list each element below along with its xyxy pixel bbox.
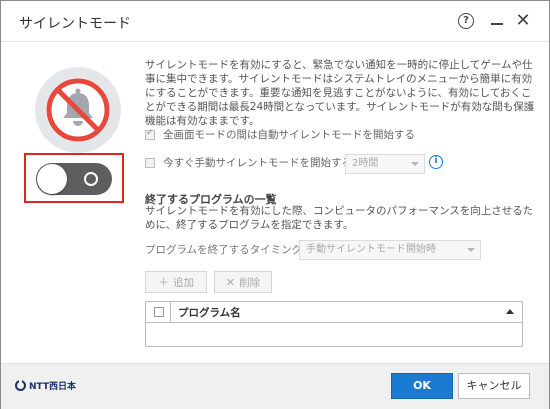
power-logo-icon: [15, 380, 26, 391]
toggle-knob: [37, 164, 67, 194]
bell-muted-graphic: [46, 78, 110, 142]
fullscreen-label: 全画面モードの間は自動サイレントモードを開始する: [163, 129, 415, 141]
description-text: サイレントモードを有効にすると、緊急でない通知を一時的に停止してゲームや仕事に集…: [145, 59, 535, 127]
title-separator: [1, 41, 549, 42]
timing-value: 手動サイレントモード開始時: [306, 244, 436, 255]
timing-select[interactable]: 手動サイレントモード開始時: [299, 240, 481, 260]
ok-button[interactable]: OK: [391, 373, 453, 399]
duration-select[interactable]: 2時間: [345, 154, 425, 174]
dialog-footer: NTT西日本 OK キャンセル: [1, 363, 549, 409]
program-table: プログラム名: [145, 301, 523, 347]
delete-program-button[interactable]: ✕ 削除: [214, 271, 272, 293]
minimize-button[interactable]: [487, 11, 507, 31]
logo-text: NTT西日本: [29, 382, 77, 392]
add-label: 追加: [173, 276, 194, 289]
minimize-icon: [491, 23, 503, 25]
fullscreen-option[interactable]: 全画面モードの間は自動サイレントモードを開始する: [145, 127, 415, 142]
manual-checkbox[interactable]: [145, 157, 155, 168]
timing-label: プログラムを終了するタイミング:: [145, 244, 306, 256]
toggle-highlight-frame: [24, 153, 124, 203]
delete-label: 削除: [239, 276, 261, 289]
add-program-button[interactable]: ＋ 追加: [145, 271, 207, 293]
bell-muted-icon: [35, 67, 121, 153]
toggle-off-indicator: [84, 172, 98, 186]
close-button[interactable]: ✕: [513, 11, 533, 31]
table-header: プログラム名: [146, 302, 522, 323]
help-icon: ?: [458, 13, 474, 29]
dialog-title: サイレントモード: [19, 16, 131, 32]
plus-icon: ＋: [158, 276, 169, 289]
info-icon[interactable]: i: [429, 155, 443, 169]
help-button[interactable]: ?: [456, 11, 476, 31]
ntt-logo: NTT西日本: [15, 379, 76, 392]
column-header-program-name[interactable]: プログラム名: [178, 305, 241, 320]
fullscreen-checkbox[interactable]: [145, 128, 155, 140]
x-icon: ✕: [225, 275, 236, 289]
sort-up-icon[interactable]: [506, 309, 514, 314]
silent-mode-toggle[interactable]: [36, 163, 112, 195]
silent-mode-dialog: サイレントモード ? ✕ サイレントモードを有効にすると、緊急でない通知を一時的…: [0, 0, 550, 409]
title-bar: サイレントモード ? ✕: [1, 1, 549, 41]
duration-value: 2時間: [352, 158, 379, 169]
manual-label: 今すぐ手動サイレントモードを開始する:: [163, 157, 356, 169]
chevron-down-icon: [467, 248, 475, 252]
column-divider: [170, 302, 171, 322]
chevron-down-icon: [411, 162, 419, 166]
manual-option[interactable]: 今すぐ手動サイレントモードを開始する:: [145, 155, 356, 170]
programs-section-desc: サイレントモードを有効にした際、コンピュータのパフォーマンスを向上させるために、…: [145, 205, 534, 231]
cancel-button[interactable]: キャンセル: [458, 373, 530, 399]
select-all-checkbox[interactable]: [154, 307, 164, 317]
